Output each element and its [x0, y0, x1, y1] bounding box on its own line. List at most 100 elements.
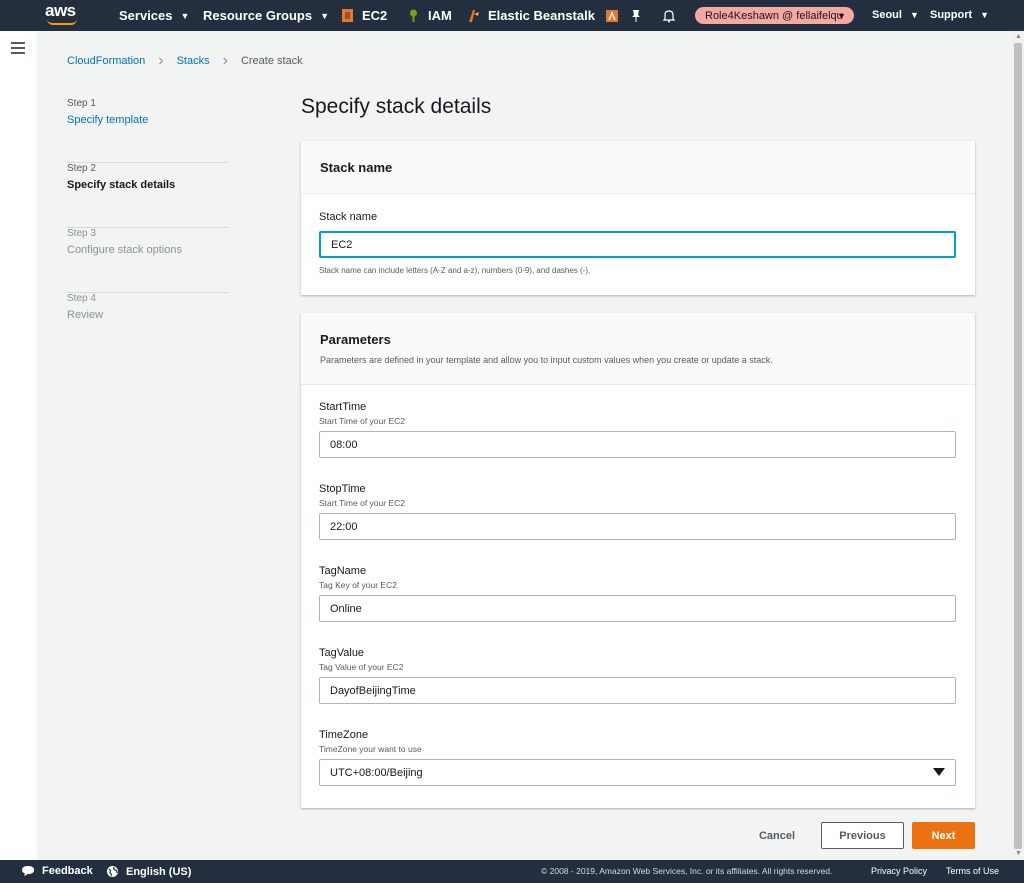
field-description: TimeZone your want to use [319, 744, 422, 754]
panel-title: Stack name [320, 160, 393, 175]
iam-icon [410, 9, 417, 22]
step-label: Configure stack options [67, 244, 182, 256]
chevron-right-icon: › [158, 52, 164, 69]
field-label: StartTime [319, 401, 367, 413]
language-label: English (US) [126, 865, 192, 878]
dropdown-arrow-icon [933, 768, 945, 776]
support-menu[interactable]: Support ▼ [930, 9, 989, 21]
field-label: TagValue [319, 647, 365, 659]
step-2: Step 2 Specify stack details [67, 163, 228, 228]
step-label-current: Specify stack details [67, 179, 176, 191]
chevron-down-icon: ▼ [180, 10, 190, 21]
support-label: Support [930, 9, 973, 21]
scrollbar[interactable]: ▲ ▼ [1012, 31, 1024, 860]
ec2-icon [342, 9, 353, 22]
starttime-input[interactable]: 08:00 [319, 431, 956, 458]
breadcrumb-cloudformation[interactable]: CloudFormation [67, 55, 145, 67]
chevron-right-icon: › [222, 52, 228, 69]
field-label: StopTime [319, 483, 366, 495]
globe-icon [107, 866, 118, 877]
field-description: Start Time of your EC2 [319, 416, 405, 426]
pin-icon[interactable] [629, 8, 643, 23]
parameter-timezone: TimeZone TimeZone your want to use UTC+0… [319, 729, 956, 786]
speech-bubble-icon [22, 866, 34, 876]
feedback-label: Feedback [42, 865, 93, 877]
chevron-down-icon: ▼ [837, 10, 846, 21]
account-menu[interactable]: Role4Keshawn @ fellaifelqu ▼ [695, 7, 854, 24]
region-menu[interactable]: Seoul ▼ [872, 9, 919, 21]
top-navigation-bar: aws Services ▼ Resource Groups ▼ EC2 IAM… [0, 0, 1024, 31]
input-value: DayofBeijingTime [330, 684, 416, 697]
field-label: TagName [319, 565, 367, 577]
previous-button[interactable]: Previous [821, 822, 904, 849]
next-button[interactable]: Next [912, 822, 975, 849]
copyright-text: © 2008 - 2019, Amazon Web Services, Inc.… [541, 866, 833, 876]
chevron-down-icon: ▼ [980, 10, 990, 20]
scroll-up-icon[interactable]: ▲ [1015, 33, 1022, 40]
step-label: Review [67, 309, 104, 321]
scroll-down-icon[interactable]: ▼ [1015, 850, 1022, 857]
panel-description: Parameters are defined in your template … [320, 355, 773, 365]
aws-logo[interactable]: aws [45, 2, 79, 27]
field-description: Tag Key of your EC2 [319, 580, 397, 590]
chevron-down-icon: ▼ [909, 10, 919, 20]
step-number: Step 3 [67, 228, 96, 239]
stoptime-input[interactable]: 22:00 [319, 513, 956, 540]
step-number: Step 2 [67, 163, 96, 174]
iam-label: IAM [428, 8, 452, 23]
hamburger-menu-icon[interactable] [11, 42, 25, 54]
step-link-specify-template[interactable]: Specify template [67, 114, 228, 126]
parameter-tagvalue: TagValue Tag Value of your EC2 DayofBeij… [319, 647, 956, 704]
side-nav-strip [0, 31, 37, 860]
input-value: 08:00 [330, 438, 358, 451]
tagname-input[interactable]: Online [319, 595, 956, 622]
ec2-label: EC2 [362, 8, 388, 23]
language-selector[interactable]: English (US) [106, 865, 191, 878]
elastic-beanstalk-shortcut[interactable]: Elastic Beanstalk [467, 8, 595, 23]
cancel-button[interactable]: Cancel [747, 825, 807, 847]
region-label: Seoul [872, 9, 902, 21]
bell-icon[interactable] [662, 8, 676, 23]
scrollbar-thumb[interactable] [1014, 43, 1022, 849]
breadcrumb-stacks[interactable]: Stacks [177, 55, 210, 67]
lambda-icon[interactable] [605, 8, 619, 23]
constraint-text: Stack name can include letters (A-Z and … [319, 266, 591, 275]
stack-name-input[interactable]: EC2 [319, 231, 956, 258]
parameters-panel: Parameters Parameters are defined in you… [301, 313, 975, 808]
panel-title: Parameters [320, 332, 391, 347]
resource-groups-menu[interactable]: Resource Groups ▼ [203, 8, 329, 23]
aws-smile-icon [47, 19, 77, 25]
input-value: 22:00 [330, 520, 358, 533]
services-menu[interactable]: Services ▼ [119, 8, 189, 23]
field-label: TimeZone [319, 729, 369, 741]
wizard-steps: Step 1 Specify template Step 2 Specify s… [67, 98, 228, 358]
feedback-link[interactable]: Feedback [21, 865, 93, 877]
ec2-shortcut[interactable]: EC2 [341, 8, 387, 23]
step-number: Step 4 [67, 293, 96, 304]
parameter-starttime: StartTime Start Time of your EC2 08:00 [319, 401, 956, 458]
breadcrumb-current: Create stack [240, 55, 303, 67]
panel-header: Parameters Parameters are defined in you… [301, 313, 975, 385]
step-4: Step 4 Review [67, 293, 228, 358]
tagvalue-input[interactable]: DayofBeijingTime [319, 677, 956, 704]
input-value: Online [330, 602, 362, 615]
field-label: Stack name [319, 211, 378, 223]
field-description: Tag Value of your EC2 [319, 662, 404, 672]
beanstalk-label: Elastic Beanstalk [488, 8, 595, 23]
parameter-tagname: TagName Tag Key of your EC2 Online [319, 565, 956, 622]
stack-name-panel: Stack name Stack name EC2 Stack name can… [301, 141, 975, 295]
iam-shortcut[interactable]: IAM [407, 8, 452, 23]
step-3: Step 3 Configure stack options [67, 228, 228, 293]
field-description: Start Time of your EC2 [319, 498, 405, 508]
page-title: Specify stack details [301, 95, 492, 118]
chevron-down-icon: ▼ [320, 10, 330, 21]
resource-groups-label: Resource Groups [203, 8, 313, 23]
parameter-stoptime: StopTime Start Time of your EC2 22:00 [319, 483, 956, 540]
input-value: EC2 [331, 238, 353, 251]
privacy-policy-link[interactable]: Privacy Policy [871, 866, 927, 876]
breadcrumb: CloudFormation › Stacks › Create stack [67, 52, 303, 69]
beanstalk-icon [469, 10, 479, 22]
services-label: Services [119, 8, 173, 23]
terms-of-use-link[interactable]: Terms of Use [946, 866, 999, 876]
timezone-select[interactable]: UTC+08:00/Beijing [319, 759, 956, 786]
